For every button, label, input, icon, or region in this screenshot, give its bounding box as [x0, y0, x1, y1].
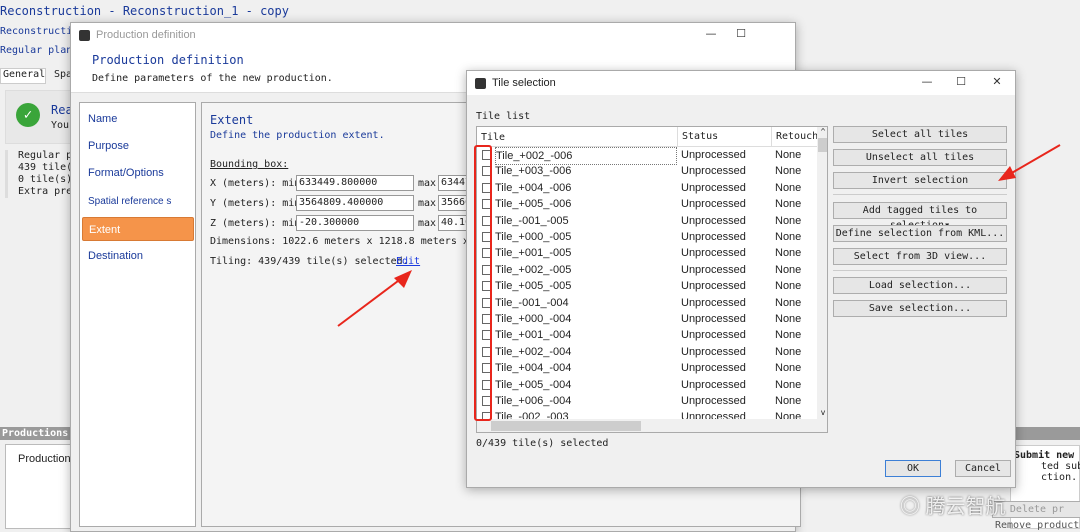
watermark-text: 腾云智航 — [925, 496, 1006, 518]
annotation-highlight-box — [474, 145, 492, 421]
ok-button[interactable]: OK — [885, 460, 941, 477]
annotation-arrow-icon — [337, 270, 412, 327]
wechat-icon: ◎ — [900, 496, 926, 518]
annotation-arrow-icon — [998, 144, 1061, 181]
watermark-logo: ◎ 腾云智航 — [900, 490, 1006, 519]
cancel-button[interactable]: Cancel — [955, 460, 1011, 477]
annotation-overlay — [337, 144, 1061, 421]
